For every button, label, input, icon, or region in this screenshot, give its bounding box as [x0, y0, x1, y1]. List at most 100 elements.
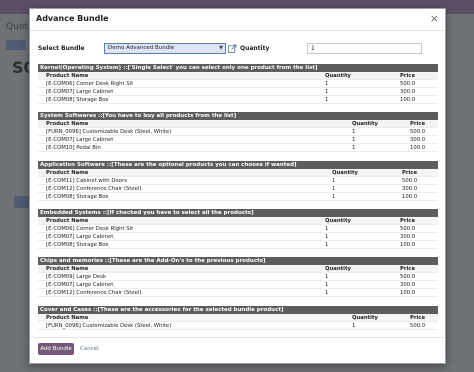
dialog-title: Advance Bundle — [36, 14, 109, 23]
product-name-cell: [E-COM10] Pedal Bin — [46, 145, 101, 151]
column-header: Quantity — [332, 170, 358, 176]
product-name-cell: [E-COM08] Storage Box — [46, 242, 109, 248]
table-row[interactable]: [E-COM08] Storage Box 1 100.0 — [38, 241, 438, 249]
table-row[interactable]: [E-COM07] Large Cabinet 1 300.0 — [38, 136, 438, 144]
quantity-cell: 1 — [332, 194, 336, 200]
chevron-down-icon: ▼ — [219, 45, 223, 51]
table-row[interactable]: [E-COM09] Large Desk 1 500.0 — [38, 273, 438, 281]
select-bundle-label: Select Bundle — [38, 45, 85, 52]
product-name-cell: [E-COM12] Conference Chair (Steel) — [46, 290, 142, 296]
product-name-cell: [E-COM06] Corner Desk Right Sit — [46, 81, 134, 87]
price-cell: 100.0 — [402, 194, 418, 200]
table-header-row: Product Name Quantity Price — [38, 217, 438, 225]
quantity-label: Quantity — [240, 45, 270, 52]
bundle-select-value: Demo Advanced Bundle — [108, 45, 175, 51]
column-header: Price — [410, 315, 426, 321]
bundle-section: Application Software ::[These are the op… — [38, 161, 438, 201]
table-row[interactable]: [E-COM07] Large Cabinet 1 300.0 — [38, 233, 438, 241]
column-header: Product Name — [46, 73, 89, 79]
table-header-row: Product Name Quantity Price — [38, 120, 438, 128]
table-row[interactable]: [E-COM08] Storage Box 1 100.0 — [38, 96, 438, 104]
table-row[interactable]: [E-COM12] Conference Chair (Steel) 1 100.0 — [38, 289, 438, 297]
column-header: Product Name — [46, 121, 89, 127]
quantity-cell: 1 — [325, 282, 329, 288]
add-bundle-button[interactable]: Add Bundle — [38, 343, 74, 355]
price-cell: 300.0 — [410, 137, 426, 143]
section-header: Application Software ::[These are the op… — [38, 161, 438, 169]
price-cell: 500.0 — [400, 274, 416, 280]
background-button — [6, 40, 26, 50]
quantity-cell: 1 — [325, 89, 329, 95]
table-row[interactable]: [E-COM07] Large Cabinet 1 300.0 — [38, 281, 438, 289]
bundle-section: Chips and memories ::[These are the Add-… — [38, 257, 438, 297]
external-link-icon[interactable] — [228, 44, 237, 53]
column-header: Quantity — [325, 73, 351, 79]
price-cell: 500.0 — [410, 323, 426, 329]
section-header: Chips and memories ::[These are the Add-… — [38, 257, 438, 265]
quantity-cell: 1 — [325, 242, 329, 248]
background-button-2 — [14, 196, 30, 208]
quantity-cell: 1 — [325, 274, 329, 280]
price-cell: 500.0 — [400, 81, 416, 87]
product-name-cell: [E-COM08] Storage Box — [46, 194, 109, 200]
table-row[interactable]: [E-COM10] Pedal Bin 1 100.0 — [38, 144, 438, 152]
quantity-cell: 1 — [325, 97, 329, 103]
price-cell: 500.0 — [400, 226, 416, 232]
quantity-cell: 1 — [332, 178, 336, 184]
table-row[interactable]: [FURN_0096] Customizable Desk (Steel, Wh… — [38, 128, 438, 136]
section-header: Cover and Cases ::[These are the accesso… — [38, 306, 438, 314]
column-header: Quantity — [352, 315, 378, 321]
table-row[interactable]: [E-COM07] Large Cabinet 1 300.0 — [38, 88, 438, 96]
column-header: Price — [402, 170, 418, 176]
price-cell: 100.0 — [400, 290, 416, 296]
column-header: Quantity — [352, 121, 378, 127]
product-name-cell: [E-COM07] Large Cabinet — [46, 89, 114, 95]
price-cell: 300.0 — [402, 186, 418, 192]
column-header: Product Name — [46, 170, 89, 176]
advance-bundle-dialog: Advance Bundle × Select Bundle Demo Adva… — [29, 8, 446, 364]
table-row[interactable]: [E-COM06] Corner Desk Right Sit 1 500.0 — [38, 225, 438, 233]
price-cell: 100.0 — [410, 145, 426, 151]
product-name-cell: [E-COM08] Storage Box — [46, 97, 109, 103]
quantity-cell: 1 — [325, 81, 329, 87]
column-header: Price — [400, 73, 416, 79]
close-icon[interactable]: × — [430, 12, 439, 26]
quantity-cell: 1 — [352, 323, 356, 329]
column-header: Product Name — [46, 315, 89, 321]
dialog-header: Advance Bundle × — [30, 9, 445, 31]
price-cell: 300.0 — [400, 234, 416, 240]
column-header: Product Name — [46, 218, 89, 224]
section-header: Kernel(Operating System) ::['Single Sele… — [38, 64, 438, 72]
quantity-cell: 1 — [352, 145, 356, 151]
product-name-cell: [E-COM06] Corner Desk Right Sit — [46, 226, 134, 232]
price-cell: 300.0 — [400, 89, 416, 95]
table-row[interactable]: [FURN_0096] Customizable Desk (Steel, Wh… — [38, 322, 438, 330]
price-cell: 100.0 — [400, 242, 416, 248]
product-name-cell: [E-COM11] Cabinet with Doors — [46, 178, 127, 184]
table-row[interactable]: [E-COM12] Conference Chair (Steel) 1 300.0 — [38, 185, 438, 193]
bundle-section: Kernel(Operating System) ::['Single Sele… — [38, 64, 438, 104]
table-row[interactable]: [E-COM08] Storage Box 1 100.0 — [38, 193, 438, 201]
product-name-cell: [FURN_0096] Customizable Desk (Steel, Wh… — [46, 323, 172, 329]
product-name-cell: [E-COM07] Large Cabinet — [46, 137, 114, 143]
column-header: Price — [410, 121, 426, 127]
quantity-cell: 1 — [352, 137, 356, 143]
quantity-cell: 1 — [352, 129, 356, 135]
quantity-input[interactable]: 1 — [307, 43, 422, 54]
dialog-footer: Add Bundle Cancel — [30, 337, 445, 363]
section-header: System Softwares ::[You have to buy all … — [38, 112, 438, 120]
column-header: Price — [400, 218, 416, 224]
bundle-select[interactable]: Demo Advanced Bundle ▼ — [104, 43, 226, 54]
product-name-cell: [E-COM07] Large Cabinet — [46, 282, 114, 288]
table-header-row: Product Name Quantity Price — [38, 265, 438, 273]
price-cell: 500.0 — [402, 178, 418, 184]
table-row[interactable]: [E-COM11] Cabinet with Doors 1 500.0 — [38, 177, 438, 185]
column-header: Quantity — [325, 266, 351, 272]
table-row[interactable]: [E-COM06] Corner Desk Right Sit 1 500.0 — [38, 80, 438, 88]
table-header-row: Product Name Quantity Price — [38, 314, 438, 322]
product-name-cell: [E-COM09] Large Desk — [46, 274, 107, 280]
product-name-cell: [FURN_0096] Customizable Desk (Steel, Wh… — [46, 129, 172, 135]
price-cell: 500.0 — [410, 129, 426, 135]
cancel-button[interactable]: Cancel — [80, 343, 99, 355]
quantity-cell: 1 — [332, 186, 336, 192]
